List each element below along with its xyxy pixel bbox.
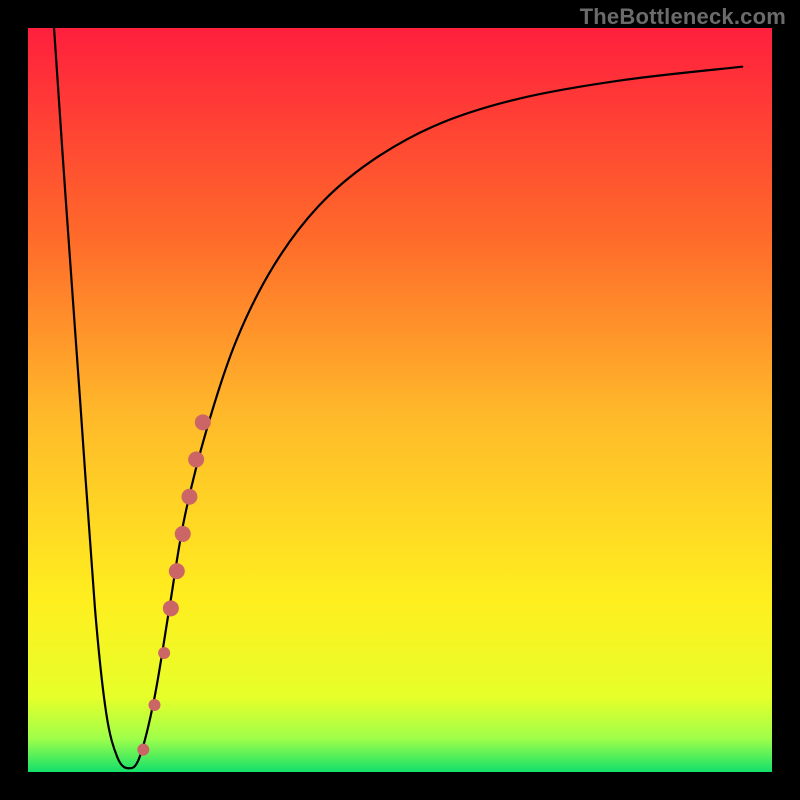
highlight-dot — [158, 647, 170, 659]
highlight-dot — [195, 414, 211, 430]
chart-frame: TheBottleneck.com — [0, 0, 800, 800]
highlight-dot — [148, 699, 160, 711]
highlight-dot — [169, 563, 185, 579]
highlight-dot — [181, 489, 197, 505]
gradient-bg — [28, 28, 772, 772]
highlight-dot — [163, 600, 179, 616]
highlight-dot — [175, 526, 191, 542]
chart-svg — [28, 28, 772, 772]
watermark-text: TheBottleneck.com — [580, 4, 786, 30]
plot-area — [28, 28, 772, 772]
highlight-dot — [188, 452, 204, 468]
highlight-dot — [137, 744, 149, 756]
